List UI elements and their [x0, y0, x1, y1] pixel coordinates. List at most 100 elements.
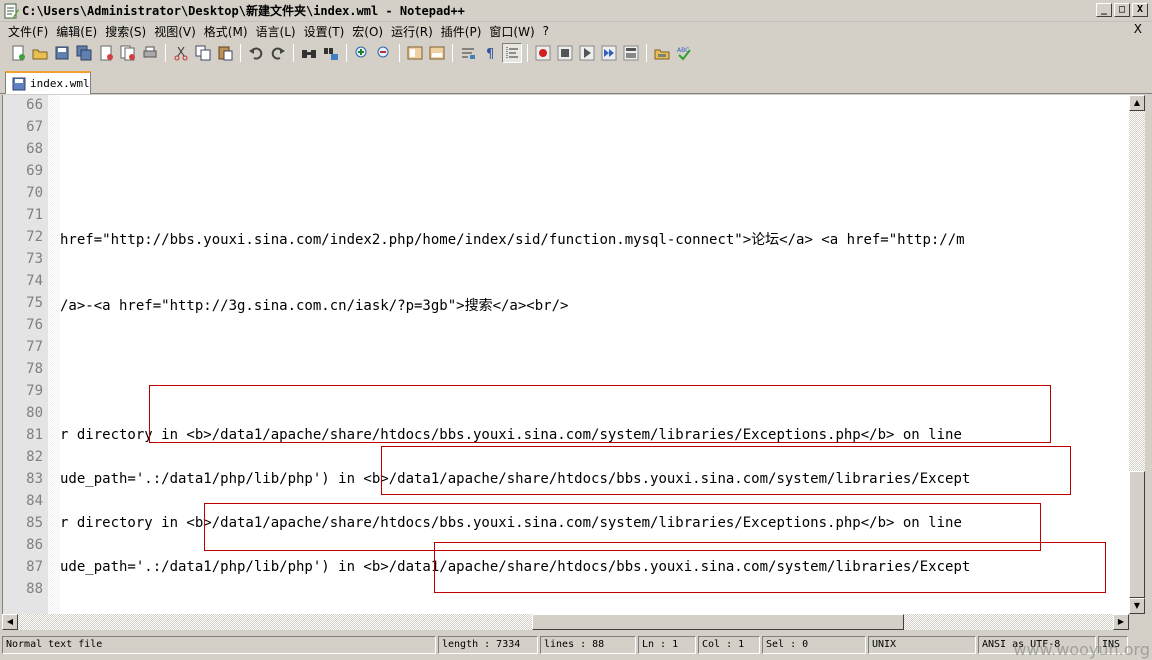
- sync-vertical-icon[interactable]: [405, 43, 425, 63]
- word-wrap-icon[interactable]: [458, 43, 478, 63]
- menu-window[interactable]: 窗口(W): [485, 23, 538, 40]
- scroll-right-arrow[interactable]: ▶: [1113, 614, 1129, 630]
- window-title: C:\Users\Administrator\Desktop\新建文件夹\ind…: [22, 4, 465, 18]
- new-file-icon[interactable]: [8, 43, 28, 63]
- menu-bar: 文件(F) 编辑(E) 搜索(S) 视图(V) 格式(M) 语言(L) 设置(T…: [0, 22, 1152, 40]
- scroll-down-arrow[interactable]: ▼: [1129, 598, 1145, 614]
- vertical-scrollbar[interactable]: ▲ ▼: [1129, 95, 1145, 614]
- close-button[interactable]: X: [1132, 3, 1148, 17]
- sync-horizontal-icon[interactable]: [427, 43, 447, 63]
- run-macro-multiple-icon[interactable]: [599, 43, 619, 63]
- code-line[interactable]: 79: [3, 381, 1129, 403]
- save-macro-icon[interactable]: [621, 43, 641, 63]
- line-number: 73: [26, 251, 43, 267]
- vertical-scroll-thumb[interactable]: [1129, 471, 1145, 598]
- code-line[interactable]: 76: [3, 315, 1129, 337]
- code-line[interactable]: 86: [3, 535, 1129, 557]
- line-number: 72: [26, 229, 43, 245]
- code-line[interactable]: 74: [3, 271, 1129, 293]
- paste-icon[interactable]: [215, 43, 235, 63]
- menu-help[interactable]: ?: [539, 24, 553, 38]
- save-all-icon[interactable]: [74, 43, 94, 63]
- close-all-icon[interactable]: [118, 43, 138, 63]
- horizontal-scrollbar[interactable]: ◀ ▶: [2, 614, 1129, 630]
- code-line[interactable]: 78: [3, 359, 1129, 381]
- watermark: www.wooyun.org: [1013, 640, 1150, 659]
- maximize-button[interactable]: □: [1114, 3, 1130, 17]
- indent-guide-icon[interactable]: [502, 43, 522, 63]
- toolbar-separator: [452, 44, 453, 62]
- code-line[interactable]: 83 ude_path='.:/data1/php/lib/php') in <b…: [3, 469, 1129, 491]
- line-number: 80: [26, 405, 43, 421]
- code-line[interactable]: 81 r directory in <b>/data1/apache/share/…: [3, 425, 1129, 447]
- code-line[interactable]: 87 ude_path='.:/data1/php/lib/php') in <b…: [3, 557, 1129, 579]
- scroll-left-arrow[interactable]: ◀: [2, 614, 18, 630]
- minimize-button[interactable]: _: [1096, 3, 1112, 17]
- toolbar-separator: [527, 44, 528, 62]
- code-line[interactable]: 84: [3, 491, 1129, 513]
- line-number: 75: [26, 295, 43, 311]
- code-line[interactable]: 80: [3, 403, 1129, 425]
- copy-icon[interactable]: [193, 43, 213, 63]
- line-number: 79: [26, 383, 43, 399]
- menu-view[interactable]: 视图(V): [150, 23, 200, 40]
- code-line[interactable]: 69: [3, 161, 1129, 183]
- notepad-app-icon[interactable]: [3, 3, 19, 19]
- menu-run[interactable]: 运行(R): [387, 23, 437, 40]
- code-text: href="http://bbs.youxi.sina.com/index2.p…: [60, 232, 965, 248]
- code-line[interactable]: 82: [3, 447, 1129, 469]
- zoom-out-icon[interactable]: [374, 43, 394, 63]
- open-folder-icon[interactable]: [652, 43, 672, 63]
- toolbar-separator: [399, 44, 400, 62]
- code-line[interactable]: 68: [3, 139, 1129, 161]
- code-line[interactable]: 88: [3, 579, 1129, 601]
- status-ln: Ln : 1: [638, 636, 696, 654]
- menu-plugins[interactable]: 插件(P): [437, 23, 486, 40]
- record-macro-icon[interactable]: [533, 43, 553, 63]
- menu-language[interactable]: 语言(L): [252, 23, 300, 40]
- toolbar-separator: [240, 44, 241, 62]
- open-file-icon[interactable]: [30, 43, 50, 63]
- code-line[interactable]: 77: [3, 337, 1129, 359]
- find-icon[interactable]: [299, 43, 319, 63]
- line-number: 83: [26, 471, 43, 487]
- scroll-up-arrow[interactable]: ▲: [1129, 95, 1145, 111]
- spellcheck-icon[interactable]: ABC: [674, 43, 694, 63]
- print-icon[interactable]: [140, 43, 160, 63]
- code-text: ude_path='.:/data1/php/lib/php') in <b>/…: [60, 471, 971, 487]
- play-macro-icon[interactable]: [577, 43, 597, 63]
- show-all-characters-icon[interactable]: ¶: [480, 43, 500, 63]
- zoom-in-icon[interactable]: [352, 43, 372, 63]
- menu-search[interactable]: 搜索(S): [101, 23, 150, 40]
- code-line[interactable]: 71: [3, 205, 1129, 227]
- menu-macro[interactable]: 宏(O): [348, 23, 387, 40]
- line-number: 77: [26, 339, 43, 355]
- line-number: 68: [26, 141, 43, 157]
- undo-icon[interactable]: [246, 43, 266, 63]
- close-file-icon[interactable]: [96, 43, 116, 63]
- editor-area[interactable]: 66 67 68 69 70 71 72 href="http://bbs.youxi.sin…: [2, 95, 1129, 614]
- status-bar: Normal text file length : 7334 lines : 8…: [0, 634, 1152, 656]
- line-number: 84: [26, 493, 43, 509]
- code-line[interactable]: 75/a>-<a href="http://3g.sina.com.cn/ias…: [3, 293, 1129, 315]
- code-line[interactable]: 72 href="http://bbs.youxi.sina.com/index2…: [3, 227, 1129, 249]
- editor-lines: 66 67 68 69 70 71 72 href="http://bbs.youxi.sin…: [3, 95, 1129, 601]
- horizontal-scroll-thumb[interactable]: [532, 614, 904, 630]
- code-line[interactable]: 73: [3, 249, 1129, 271]
- tab-strip: index.wml: [0, 68, 1152, 94]
- code-line[interactable]: 66: [3, 95, 1129, 117]
- menu-format[interactable]: 格式(M): [200, 23, 252, 40]
- menu-edit[interactable]: 编辑(E): [52, 23, 101, 40]
- save-icon[interactable]: [52, 43, 72, 63]
- menu-file[interactable]: 文件(F): [4, 23, 52, 40]
- close-document-button[interactable]: X: [1134, 22, 1142, 36]
- replace-icon[interactable]: [321, 43, 341, 63]
- menu-settings[interactable]: 设置(T): [300, 23, 349, 40]
- code-line[interactable]: 67: [3, 117, 1129, 139]
- stop-record-icon[interactable]: [555, 43, 575, 63]
- cut-icon[interactable]: [171, 43, 191, 63]
- code-line[interactable]: 85 r directory in <b>/data1/apache/share/…: [3, 513, 1129, 535]
- tab-index-wml[interactable]: index.wml: [5, 71, 91, 94]
- redo-icon[interactable]: [268, 43, 288, 63]
- code-line[interactable]: 70: [3, 183, 1129, 205]
